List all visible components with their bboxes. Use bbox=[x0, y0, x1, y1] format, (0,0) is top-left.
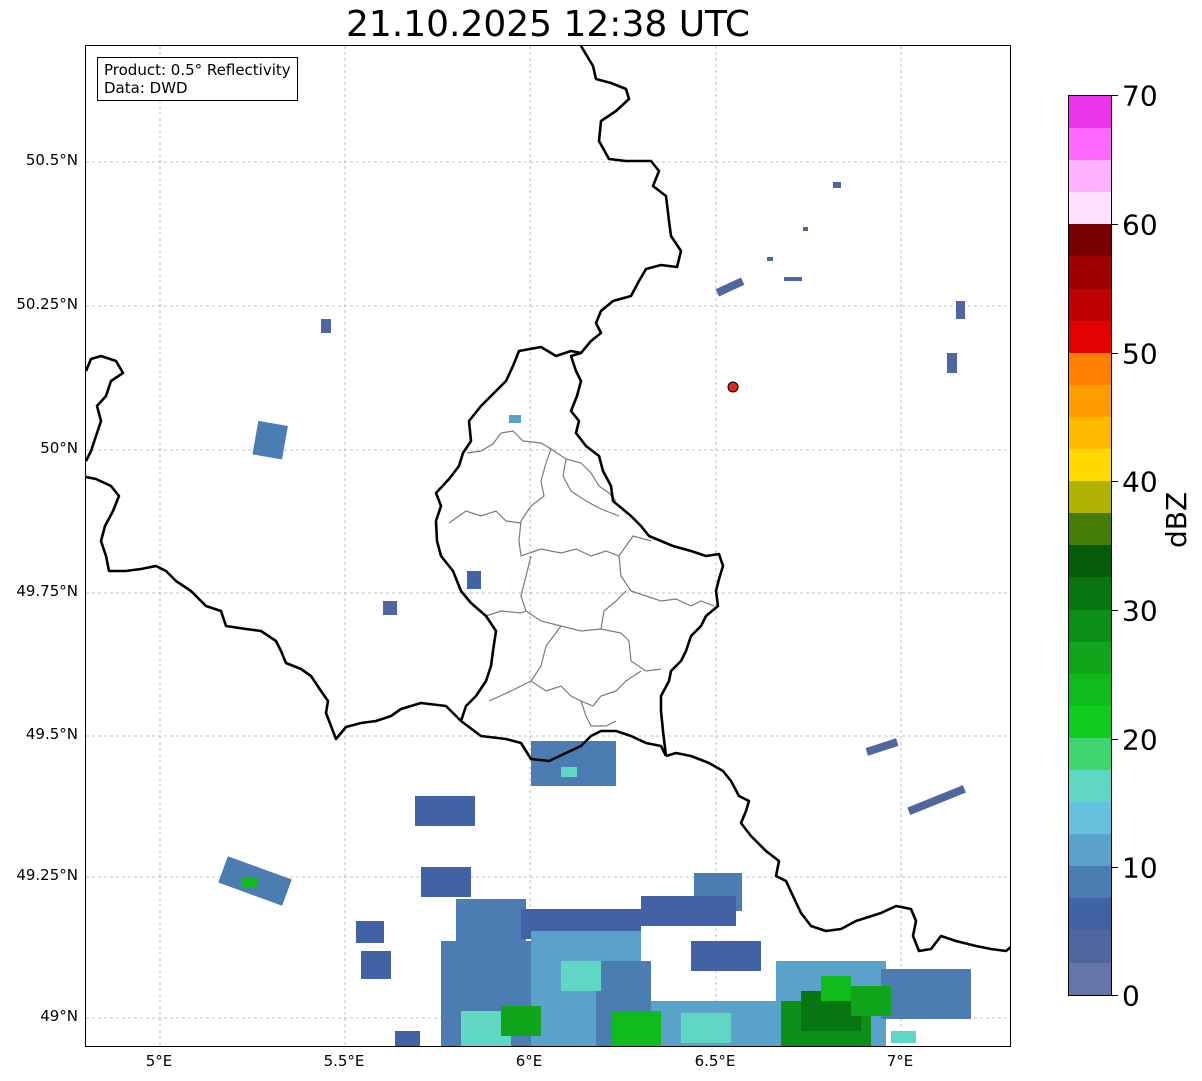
colorbar-segment bbox=[1069, 834, 1111, 867]
colorbar-segment bbox=[1069, 577, 1111, 610]
lon-label: 5.5°E bbox=[323, 1052, 365, 1070]
colorbar-segment bbox=[1069, 288, 1111, 321]
colorbar-tick-label: 50 bbox=[1122, 337, 1158, 371]
colorbar-tick-label: 40 bbox=[1122, 465, 1158, 499]
colorbar-segment bbox=[1069, 481, 1111, 514]
colorbar-tickmark bbox=[1112, 995, 1118, 996]
colorbar-segment bbox=[1069, 449, 1111, 482]
colorbar-segment bbox=[1069, 224, 1111, 257]
lat-label: 49°N bbox=[40, 1007, 78, 1025]
colorbar-segment bbox=[1069, 866, 1111, 899]
colorbar-tickmark bbox=[1112, 739, 1118, 740]
colorbar-segment bbox=[1069, 160, 1111, 193]
lon-label: 6.5°E bbox=[694, 1052, 736, 1070]
colorbar-segment bbox=[1069, 96, 1111, 129]
colorbar-tickmark bbox=[1112, 610, 1118, 611]
radar-echoes bbox=[218, 182, 971, 1046]
colorbar-segment bbox=[1069, 513, 1111, 546]
lon-label: 5°E bbox=[145, 1052, 173, 1070]
colorbar-tickmark bbox=[1112, 353, 1118, 354]
colorbar-segment bbox=[1069, 384, 1111, 417]
lat-label: 49.5°N bbox=[25, 725, 78, 743]
lon-label: 6°E bbox=[515, 1052, 543, 1070]
colorbar-segment bbox=[1069, 802, 1111, 835]
colorbar-segment bbox=[1069, 545, 1111, 578]
colorbar-tick-label: 70 bbox=[1122, 79, 1158, 113]
colorbar-tickmark bbox=[1112, 867, 1118, 868]
lon-label: 7°E bbox=[886, 1052, 914, 1070]
colorbar-segment bbox=[1069, 128, 1111, 161]
colorbar bbox=[1068, 95, 1112, 996]
colorbar-segment bbox=[1069, 416, 1111, 450]
lat-label: 50°N bbox=[40, 439, 78, 457]
colorbar-tick-label: 0 bbox=[1122, 979, 1140, 1013]
map-title: 21.10.2025 12:38 UTC bbox=[345, 4, 751, 45]
lat-label: 50.25°N bbox=[16, 295, 78, 313]
lat-label: 49.75°N bbox=[16, 582, 78, 600]
radar-map[interactable] bbox=[85, 45, 1011, 1047]
product-info-box: Product: 0.5° Reflectivity Data: DWD bbox=[97, 57, 298, 101]
colorbar-segment bbox=[1069, 256, 1111, 289]
colorbar-segment bbox=[1069, 609, 1111, 642]
colorbar-segment bbox=[1069, 930, 1111, 963]
lat-label: 50.5°N bbox=[25, 151, 78, 169]
colorbar-tick-label: 60 bbox=[1122, 208, 1158, 242]
colorbar-tickmark bbox=[1112, 481, 1118, 482]
colorbar-segment bbox=[1069, 641, 1111, 674]
data-source-label: Data: DWD bbox=[104, 79, 188, 97]
colorbar-segment bbox=[1069, 352, 1111, 385]
colorbar-segment bbox=[1069, 673, 1111, 706]
colorbar-segment bbox=[1069, 737, 1111, 770]
district-boundaries bbox=[448, 430, 715, 727]
colorbar-segment bbox=[1069, 320, 1111, 353]
colorbar-segment bbox=[1069, 962, 1111, 995]
colorbar-tick-label: 20 bbox=[1122, 723, 1158, 757]
colorbar-segment bbox=[1069, 769, 1111, 803]
lat-label: 49.25°N bbox=[16, 866, 78, 884]
product-label: Product: 0.5° Reflectivity bbox=[104, 61, 291, 79]
colorbar-segment bbox=[1069, 898, 1111, 931]
colorbar-segment bbox=[1069, 192, 1111, 225]
gridlines bbox=[86, 46, 1010, 1046]
colorbar-tickmark bbox=[1112, 95, 1118, 96]
colorbar-tickmark bbox=[1112, 224, 1118, 225]
national-borders bbox=[86, 46, 1010, 953]
colorbar-segment bbox=[1069, 705, 1111, 738]
colorbar-tick-label: 10 bbox=[1122, 851, 1158, 885]
radar-station-marker bbox=[727, 381, 739, 393]
colorbar-axis-label: dBZ bbox=[1160, 491, 1193, 548]
colorbar-tick-label: 30 bbox=[1122, 594, 1158, 628]
